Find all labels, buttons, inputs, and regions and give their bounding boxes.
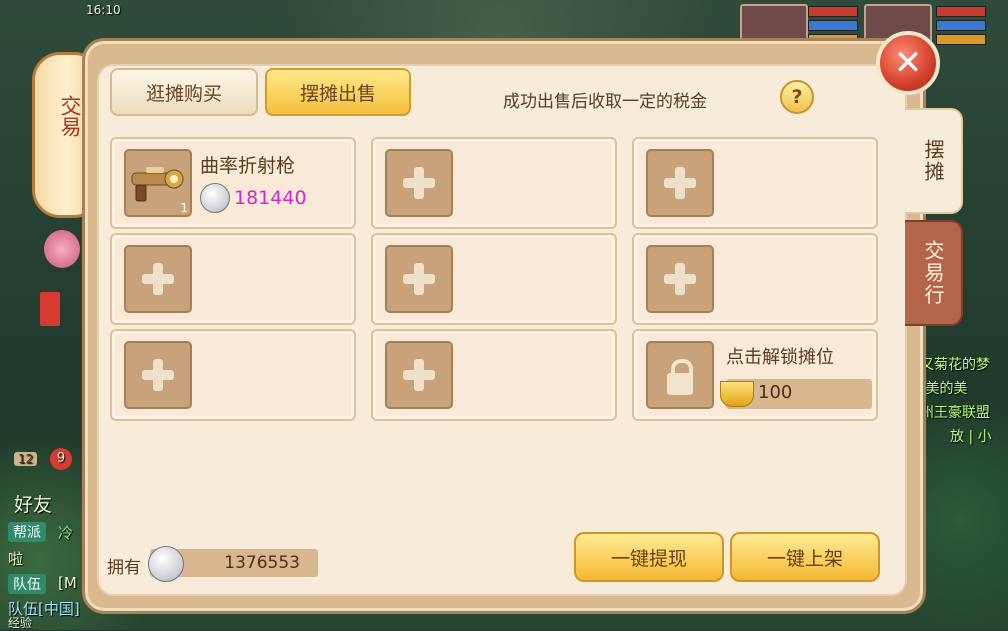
owned-label: 拥有 (107, 558, 141, 578)
add-item-button[interactable] (646, 149, 714, 217)
chat-line: 啦 (8, 550, 24, 568)
stall-slot-empty[interactable] (110, 329, 356, 421)
stall-slot-locked[interactable]: 点击解锁摊位 100 (632, 329, 878, 421)
plus-icon (664, 167, 696, 199)
stall-slot-empty[interactable] (371, 137, 617, 229)
unlock-cost-bar: 100 (720, 379, 872, 409)
stall-slot-empty[interactable] (371, 329, 617, 421)
list-all-button[interactable]: 一键上架 (730, 532, 880, 582)
add-item-button[interactable] (385, 245, 453, 313)
plus-icon (664, 263, 696, 295)
price-value: 181440 (234, 187, 307, 209)
tab-browse[interactable]: 逛摊购买 (110, 68, 258, 116)
friends-label[interactable]: 好友 (14, 490, 52, 517)
tax-note: 成功出售后收取一定的税金 (503, 92, 707, 112)
owned-value: 1376553 (224, 553, 300, 573)
exp-label: 经验 (8, 616, 33, 630)
item-name: 曲率折射枪 (200, 155, 296, 177)
item-icon-frame[interactable]: 1 (124, 149, 192, 217)
stall-slot-item[interactable]: 1 曲率折射枪 181440 (110, 137, 356, 229)
lock-frame (646, 341, 714, 409)
chat-line: [M (58, 574, 77, 592)
stall-slot-empty[interactable] (371, 233, 617, 325)
chat-line: 冷 (58, 524, 74, 542)
side-tab-market[interactable]: 交易行 (905, 220, 963, 326)
silver-coin-icon (148, 546, 184, 582)
plus-icon (403, 263, 435, 295)
add-item-button[interactable] (646, 245, 714, 313)
stall-slot-empty[interactable] (632, 137, 878, 229)
add-item-button[interactable] (385, 149, 453, 217)
pet-hp-bars (936, 6, 986, 48)
stall-slot-empty[interactable] (110, 233, 356, 325)
chat-channel-guild[interactable]: 帮派 (8, 522, 46, 542)
lantern-tassel-icon (40, 292, 60, 326)
tab-sell[interactable]: 摆摊出售 (265, 68, 411, 116)
lantern-knot-icon (44, 230, 80, 268)
side-tab-stall[interactable]: 摆摊 (905, 108, 963, 214)
gold-ingot-icon (720, 381, 754, 407)
help-icon[interactable]: ? (780, 80, 814, 114)
add-item-button[interactable] (385, 341, 453, 409)
plus-icon (403, 359, 435, 391)
item-price: 181440 (200, 183, 307, 213)
unlock-cost: 100 (758, 382, 793, 403)
lock-body (667, 373, 693, 395)
level-badge: 12 (14, 452, 38, 466)
chat-channel-team[interactable]: 队伍 (8, 574, 46, 594)
notice-badge: 9 (50, 448, 72, 470)
clock: 16:10 (86, 3, 121, 17)
plus-icon (142, 263, 174, 295)
silver-coin-icon (200, 183, 230, 213)
add-item-button[interactable] (124, 245, 192, 313)
unlock-stall-label[interactable]: 点击解锁摊位 (726, 343, 834, 369)
close-button[interactable]: ✕ (876, 31, 940, 95)
plus-icon (403, 167, 435, 199)
item-count: 1 (180, 201, 188, 215)
plus-icon (142, 359, 174, 391)
scene-text: 放 | 小 (950, 429, 992, 445)
add-item-button[interactable] (124, 341, 192, 409)
withdraw-all-button[interactable]: 一键提现 (574, 532, 724, 582)
stall-slot-empty[interactable] (632, 233, 878, 325)
